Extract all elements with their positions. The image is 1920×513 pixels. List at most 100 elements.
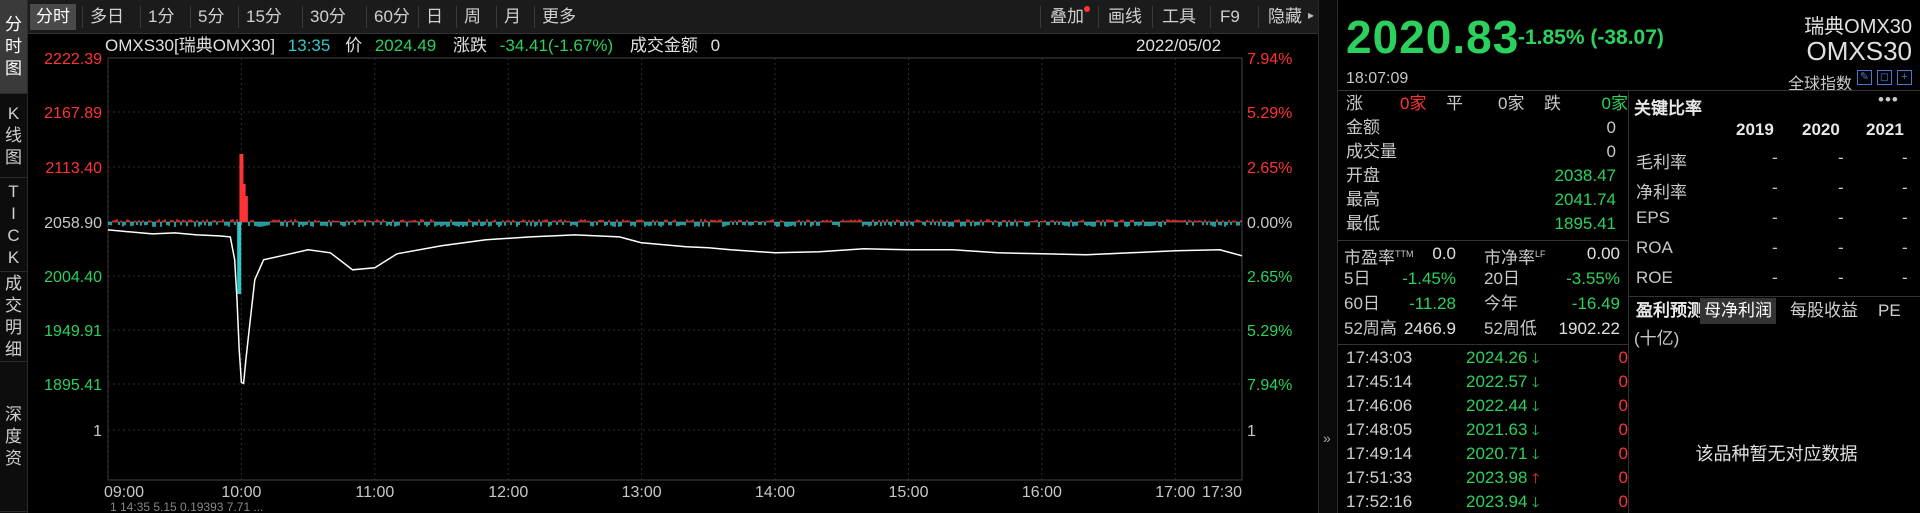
key-ratio-value: -: [1902, 268, 1908, 287]
stat-row: 开盘 2038.47: [1346, 164, 1616, 188]
tick-price: 2023.94: [1466, 492, 1528, 511]
key-ratio-value: -: [1838, 208, 1844, 227]
more-icon[interactable]: •••: [1878, 90, 1899, 110]
stat-value: 2038.47: [1554, 166, 1616, 185]
tick-row[interactable]: 17:43:03 2024.26 🡓 0: [1346, 346, 1628, 370]
tick-volume: 0: [1618, 468, 1628, 487]
stat-label: 成交量: [1346, 142, 1397, 161]
arrow-down-icon: 🡓: [1532, 494, 1540, 510]
x-tick-label: 12:00: [488, 484, 528, 501]
ratio-label: 20日: [1484, 269, 1520, 288]
ratio-value: 0.0: [1432, 244, 1456, 263]
tick-row[interactable]: 17:49:14 2020.71 🡓 0: [1346, 442, 1628, 466]
ratio-label: 60日: [1344, 294, 1380, 313]
tick-row[interactable]: 17:46:06 2022.44 🡓 0: [1346, 394, 1628, 418]
add-icon[interactable]: +: [1897, 70, 1912, 85]
tick-time: 17:48:05: [1346, 420, 1413, 439]
quote-panel: 2020.83 -1.85% (-38.07) 瑞典OMX30 OMXS30 1…: [1338, 0, 1920, 513]
pct-tick-label: 2.65%: [1247, 160, 1292, 177]
pct-tick-label: 0.00%: [1247, 215, 1292, 232]
key-ratio-value: -: [1772, 268, 1778, 287]
index-name-cn: 瑞典OMX30: [1804, 16, 1912, 38]
tick-time: 17:43:03: [1346, 348, 1413, 367]
tick-volume: 0: [1618, 396, 1628, 415]
tick-row[interactable]: 17:51:33 2023.98 🡑 0: [1346, 466, 1628, 490]
stat-label: 最高: [1346, 190, 1380, 209]
tick-time: 17:51:33: [1346, 468, 1413, 487]
key-ratio-year: 2020: [1802, 120, 1840, 139]
collapse-arrow-icon[interactable]: »: [1323, 430, 1331, 446]
ratio-value: -11.28: [1409, 294, 1456, 313]
stat-value: 0: [1606, 142, 1616, 161]
intraday-chart[interactable]: 2222.39 2167.89 2113.40 2058.90 2004.40 1949.…: [0, 0, 1318, 513]
y-tick-label: 2004.40: [44, 269, 102, 286]
key-ratio-year: 2021: [1866, 120, 1904, 139]
forecast-tab-0[interactable]: 盈利预测: [1632, 298, 1708, 324]
key-ratio-value: -: [1902, 208, 1908, 227]
forecast-tab-2[interactable]: 每股收益: [1786, 298, 1862, 324]
x-tick-label: 11:00: [355, 484, 394, 501]
key-ratio-value: -: [1902, 238, 1908, 257]
tick-time: 17:49:14: [1346, 444, 1413, 463]
key-ratio-year: 2019: [1736, 120, 1774, 139]
tick-volume: 0: [1618, 492, 1628, 511]
key-ratio-label: ROE: [1636, 268, 1673, 287]
x-tick-label: 16:00: [1022, 484, 1062, 501]
key-ratio-value: -: [1838, 148, 1844, 167]
price-line: [107, 229, 1243, 385]
tick-time: 17:45:14: [1346, 372, 1413, 391]
up-count: 0家: [1400, 94, 1427, 113]
bottom-status-strip: 1 14:35 5.15 0.19393 7.71 ...: [110, 500, 264, 513]
arrow-down-icon: 🡓: [1532, 350, 1540, 366]
arrow-down-icon: 🡓: [1532, 398, 1540, 414]
tick-row[interactable]: 17:48:05 2021.63 🡓 0: [1346, 418, 1628, 442]
flat-count: 0家: [1498, 94, 1525, 113]
arrow-down-icon: 🡓: [1532, 422, 1540, 438]
tick-row[interactable]: 17:45:14 2022.57 🡓 0: [1346, 370, 1628, 394]
stat-row: 金额 0: [1346, 116, 1616, 140]
forecast-tab-1[interactable]: 母净利润: [1700, 298, 1776, 324]
stat-label: 金额: [1346, 118, 1380, 137]
ratio-value: -16.49: [1571, 294, 1620, 313]
divider: [1628, 90, 1629, 513]
stat-value: 0: [1606, 118, 1616, 137]
ratio-label: 52周高: [1344, 319, 1397, 338]
edit-icon[interactable]: ✎: [1857, 70, 1872, 85]
key-ratio-value: -: [1902, 148, 1908, 167]
quote-time: 18:07:09: [1346, 70, 1409, 87]
no-data-message: 该品种暂无对应数据: [1695, 444, 1858, 464]
key-ratio-value: -: [1772, 238, 1778, 257]
key-ratio-value: -: [1772, 208, 1778, 227]
tick-volume: 0: [1618, 444, 1628, 463]
key-ratio-value: -: [1902, 178, 1908, 197]
volume-spike: [237, 222, 242, 294]
ratio-suffix: LF: [1535, 249, 1546, 259]
ratio-suffix: TTM: [1395, 249, 1414, 259]
ratio-value: -3.55%: [1566, 269, 1620, 288]
alert-icon[interactable]: ◻: [1877, 70, 1892, 85]
key-ratio-value: -: [1772, 178, 1778, 197]
y-tick-label: 2167.89: [44, 105, 102, 122]
divider: [1338, 344, 1628, 345]
ratio-row: 市盈率TTM 0.0 市净率LF 0.00: [1344, 242, 1620, 268]
divider: [1628, 296, 1920, 297]
flat-label: 平: [1446, 94, 1463, 113]
ratio-row: 52周高 2466.9 52周低 1902.22: [1344, 317, 1620, 341]
tick-row[interactable]: 17:52:16 2023.94 🡓 0: [1346, 490, 1628, 513]
tick-volume: 0: [1618, 372, 1628, 391]
stat-label: 开盘: [1346, 166, 1380, 185]
last-price: 2020.83: [1346, 11, 1520, 63]
unit-label: (十亿): [1634, 329, 1680, 348]
chart-frame: [107, 57, 1243, 481]
stat-row: 最高 2041.74: [1346, 188, 1616, 212]
x-tick-label: 09:00: [104, 484, 144, 501]
panel-splitter[interactable]: »: [1318, 0, 1338, 513]
forecast-tab-3[interactable]: PE: [1874, 298, 1905, 324]
divider: [1338, 90, 1920, 91]
tick-time: 17:46:06: [1346, 396, 1413, 415]
x-tick-label: 17:30: [1202, 484, 1242, 501]
arrow-down-icon: 🡓: [1532, 374, 1540, 390]
x-tick-label: 17:00: [1155, 484, 1195, 501]
ratio-value: -1.45%: [1402, 269, 1456, 288]
tick-price: 2021.63: [1466, 420, 1528, 439]
